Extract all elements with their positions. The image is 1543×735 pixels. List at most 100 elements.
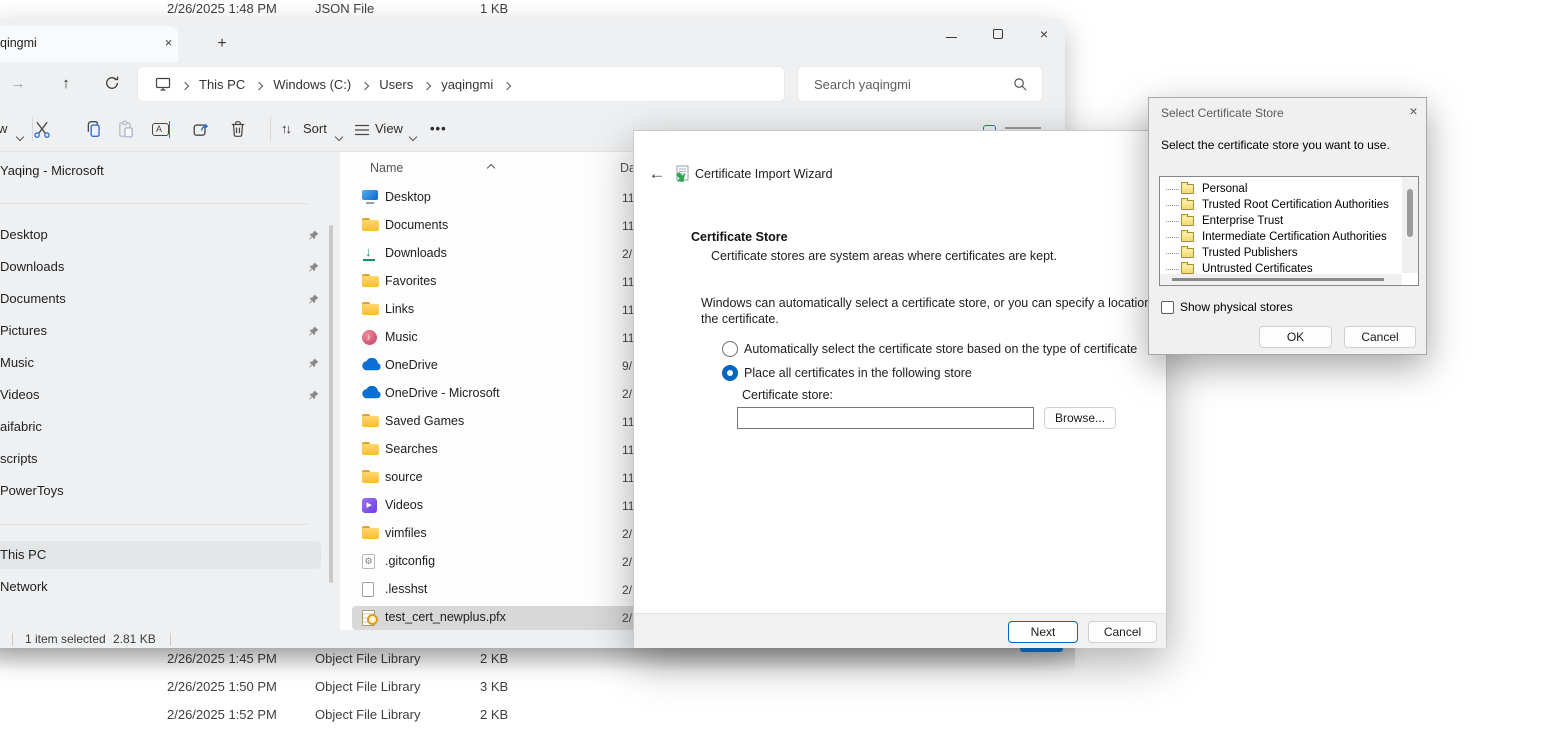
new-tab-button[interactable]: + — [213, 35, 231, 53]
up-arrow-button[interactable]: ↑ — [57, 75, 75, 93]
radio-auto-select-store-label[interactable]: Automatically select the certificate sto… — [744, 341, 1137, 357]
breadcrumb-item-this-pc[interactable]: This PC — [199, 77, 245, 92]
search-input[interactable] — [814, 68, 1004, 100]
file-row[interactable]: Documents 11, — [352, 214, 652, 238]
view-layout-icon — [355, 123, 369, 141]
file-row[interactable]: source 11, — [352, 466, 652, 490]
wizard-footer — [634, 613, 1166, 648]
file-row[interactable]: .lesshst 2/ — [352, 578, 652, 602]
tree-vertical-scrollbar[interactable] — [1402, 177, 1418, 273]
sidebar-account-label[interactable]: Yaqing - Microsoft — [0, 161, 104, 181]
sidebar-scrollbar[interactable] — [329, 225, 333, 583]
paste-button[interactable] — [117, 120, 135, 143]
radio-place-all-certificates[interactable] — [722, 365, 738, 381]
folder-icon — [1181, 248, 1194, 258]
file-row[interactable]: vimfiles 2/ — [352, 522, 652, 546]
file-row[interactable]: Downloads 2/ — [352, 242, 652, 266]
tree-item-trusted-root[interactable]: Trusted Root Certification Authorities — [1160, 197, 1400, 213]
file-row-selected[interactable]: test_cert_newplus.pfx 2/ — [352, 606, 648, 630]
tree-item-trusted-publishers[interactable]: Trusted Publishers — [1160, 245, 1400, 261]
sidebar-item-scripts[interactable]: scripts — [0, 449, 38, 469]
folder-icon — [362, 274, 380, 290]
minimize-icon — [946, 37, 957, 38]
cut-button[interactable] — [33, 120, 51, 143]
file-row[interactable]: Music 11, — [352, 326, 652, 350]
wizard-heading: Certificate Store — [691, 230, 788, 244]
maximize-button[interactable] — [989, 25, 1007, 43]
wizard-title: Certificate Import Wizard — [695, 165, 833, 183]
sidebar-item-aifabric[interactable]: aifabric — [0, 417, 42, 437]
sidebar-item-downloads[interactable]: Downloads — [0, 257, 64, 277]
certificate-store-input[interactable] — [737, 407, 1034, 429]
tree-horizontal-scrollbar[interactable] — [1160, 274, 1402, 285]
bg-row-type: Object File Library — [315, 707, 420, 722]
breadcrumb[interactable]: This PC Windows (C:) Users yaqingmi — [137, 66, 785, 102]
sort-button[interactable]: Sort — [303, 121, 327, 136]
bg-row-date: 2/26/2025 1:50 PM — [167, 679, 277, 694]
chevron-down-icon — [336, 127, 342, 145]
rename-button[interactable] — [152, 123, 169, 136]
folder-icon — [362, 218, 380, 234]
wizard-back-button[interactable]: ← — [646, 163, 668, 185]
scissors-icon — [33, 120, 51, 138]
column-header-name[interactable]: Name — [370, 158, 403, 178]
tree-item-enterprise-trust[interactable]: Enterprise Trust — [1160, 213, 1400, 229]
file-icon — [362, 582, 380, 598]
dialog-cancel-button[interactable]: Cancel — [1344, 326, 1416, 348]
file-row[interactable]: Links 11, — [352, 298, 652, 322]
search-box[interactable] — [797, 66, 1043, 102]
sidebar-item-network[interactable]: Network — [0, 577, 48, 597]
view-button[interactable]: View — [375, 121, 403, 136]
delete-button[interactable] — [229, 120, 247, 143]
file-row[interactable]: Videos 11, — [352, 494, 652, 518]
sidebar-divider — [0, 524, 308, 525]
forward-arrow-button[interactable]: → — [9, 75, 27, 93]
browse-button[interactable]: Browse... — [1044, 407, 1116, 429]
file-row[interactable]: Saved Games 11, — [352, 410, 652, 434]
file-row[interactable]: OneDrive 9/ — [352, 354, 652, 378]
refresh-button[interactable] — [103, 75, 121, 93]
trash-icon — [229, 120, 247, 138]
pin-icon — [308, 230, 319, 241]
radio-place-all-certificates-label[interactable]: Place all certificates in the following … — [744, 365, 972, 381]
breadcrumb-item-users[interactable]: Users — [379, 77, 413, 92]
sidebar-item-videos[interactable]: Videos — [0, 385, 40, 405]
file-row[interactable]: OneDrive - Microsoft 2/ — [352, 382, 652, 406]
more-options-button[interactable]: ••• — [430, 121, 447, 136]
sidebar-item-pictures[interactable]: Pictures — [0, 321, 47, 341]
file-row[interactable]: Desktop 11, — [352, 186, 652, 210]
sidebar-item-this-pc[interactable]: This PC — [0, 545, 46, 565]
copy-button[interactable] — [85, 120, 103, 143]
sidebar-item-music[interactable]: Music — [0, 353, 34, 373]
chevron-down-icon — [410, 127, 416, 145]
file-row[interactable]: .gitconfig 2/ — [352, 550, 652, 574]
tab-close-icon[interactable]: × — [160, 35, 177, 52]
sidebar-item-this-pc-selected[interactable] — [0, 541, 321, 569]
file-row[interactable]: Searches 11, — [352, 438, 652, 462]
sidebar-item-documents[interactable]: Documents — [0, 289, 66, 309]
sidebar-item-powertoys[interactable]: PowerToys — [0, 481, 64, 501]
next-button[interactable]: Next — [1008, 621, 1078, 643]
bg-row-date: 2/26/2025 1:52 PM — [167, 707, 277, 722]
window-drop-shadow — [0, 648, 1075, 672]
folder-icon — [1181, 264, 1194, 274]
breadcrumb-item-yaqingmi[interactable]: yaqingmi — [441, 77, 493, 92]
breadcrumb-item-windows-c[interactable]: Windows (C:) — [273, 77, 351, 92]
certificate-import-wizard-dialog: ← Certificate Import Wizard Certificate … — [633, 130, 1167, 648]
explorer-tab-yaqingmi[interactable]: qingmi × — [0, 26, 178, 62]
cancel-button[interactable]: Cancel — [1088, 621, 1157, 643]
tree-item-personal[interactable]: Personal — [1160, 181, 1400, 197]
tree-item-intermediate[interactable]: Intermediate Certification Authorities — [1160, 229, 1400, 245]
close-button[interactable]: × — [1035, 25, 1053, 43]
certificate-store-tree[interactable]: Personal Trusted Root Certification Auth… — [1159, 176, 1419, 286]
show-physical-stores-label[interactable]: Show physical stores — [1180, 299, 1293, 315]
minimize-button[interactable] — [942, 25, 960, 43]
share-button[interactable] — [192, 120, 210, 143]
file-row[interactable]: Favorites 11, — [352, 270, 652, 294]
sidebar-item-desktop[interactable]: Desktop — [0, 225, 48, 245]
radio-auto-select-store[interactable] — [722, 341, 738, 357]
dialog-close-icon[interactable]: × — [1405, 103, 1422, 120]
ok-button[interactable]: OK — [1259, 326, 1332, 348]
show-physical-stores-checkbox[interactable] — [1161, 301, 1174, 314]
new-button-partial[interactable]: w — [0, 121, 7, 136]
